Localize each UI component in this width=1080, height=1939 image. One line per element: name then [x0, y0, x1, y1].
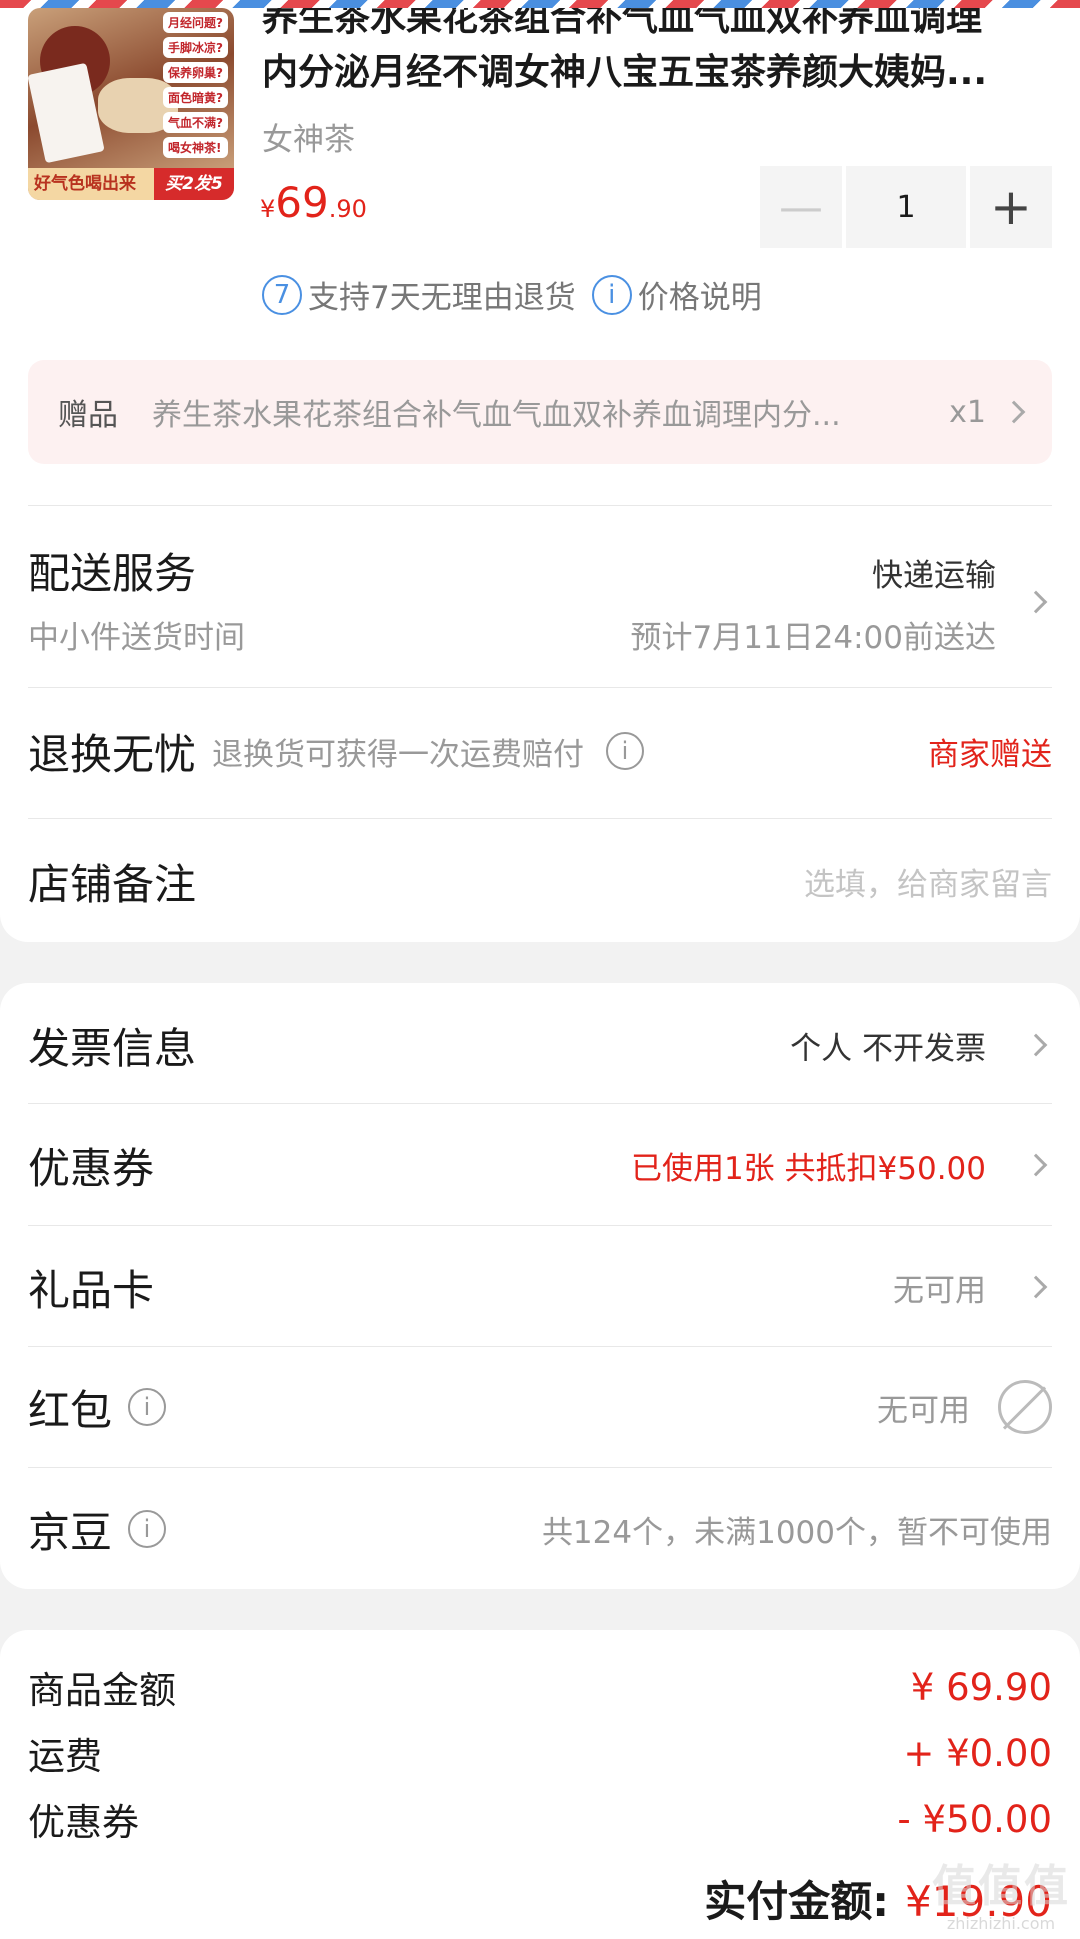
store-remark-label: 店铺备注: [28, 859, 197, 909]
goods-amount-label: 商品金额: [28, 1669, 176, 1712]
thumbnail-tags: 月经问题? 手脚冰凉? 保养卵巢? 面色暗黄? 气血不满? 喝女神茶!: [163, 12, 228, 158]
return-policy-text: 支持7天无理由退货: [308, 280, 576, 316]
jd-bean-label: 京豆: [28, 1507, 113, 1557]
coupon-row[interactable]: 优惠券 已使用1张 共抵扣¥50.00: [28, 1135, 1052, 1195]
goods-amount-row: 商品金额 ¥ 69.90: [28, 1660, 1052, 1714]
delivery-label: 配送服务: [28, 549, 197, 598]
coupon-label: 优惠券: [28, 1143, 155, 1193]
thumbnail-banner: 好气色喝出来 买2发5: [28, 168, 234, 200]
chevron-right-icon: [1024, 1275, 1048, 1299]
goods-amount-value: ¥ 69.90: [910, 1665, 1052, 1709]
divider: [28, 1225, 1052, 1226]
divider: [28, 505, 1052, 506]
quantity-stepper: — 1 +: [760, 166, 1054, 248]
jd-bean-row: 京豆 i 共124个，未满1000个，暂不可使用: [28, 1497, 1052, 1561]
product-title-line2: 内分泌月经不调女神八宝五宝茶养颜大姨妈...: [262, 52, 988, 93]
return-worry-free-value: 商家赠送: [928, 736, 1052, 773]
airmail-border: [0, 0, 1080, 8]
divider: [28, 1346, 1052, 1347]
return-worry-free-row: 退换无忧 退换货可获得一次运费赔付 i 商家赠送: [28, 718, 1052, 784]
divider: [28, 1467, 1052, 1468]
info-icon[interactable]: i: [128, 1510, 167, 1548]
delivery-eta: 预计7月11日24:00前送达: [630, 620, 996, 656]
chevron-right-icon: [1024, 1153, 1048, 1177]
decrease-quantity-button[interactable]: —: [760, 166, 842, 248]
gift-row[interactable]: 赠品 养生茶水果花茶组合补气血气血双补养血调理内分... x1: [28, 360, 1052, 464]
product-shop-name: 女神茶: [262, 122, 355, 158]
store-remark-input[interactable]: 选填，给商家留言: [804, 859, 1052, 904]
invoice-row[interactable]: 发票信息 个人 不开发票: [28, 1015, 1052, 1075]
red-packet-label: 红包: [28, 1385, 113, 1435]
jd-bean-value: 共124个，未满1000个，暂不可使用: [541, 1514, 1052, 1551]
gift-label: 赠品: [58, 398, 118, 433]
thumbnail-tag: 手脚冰凉?: [163, 37, 228, 58]
coupon-discount-value: - ¥50.00: [897, 1797, 1052, 1841]
price-currency: ¥: [260, 195, 276, 223]
price-integer: 69: [275, 178, 329, 227]
thumbnail-tag: 喝女神茶!: [163, 137, 228, 158]
quantity-input[interactable]: 1: [846, 166, 966, 248]
return-worry-free-label: 退换无忧: [28, 729, 197, 779]
thumbnail-banner-right: 买2发5: [154, 168, 234, 200]
payment-options-card: 发票信息 个人 不开发票 优惠券 已使用1张 共抵扣¥50.00 礼品卡 无可用…: [0, 983, 1080, 1589]
coupon-discount-row: 优惠券 - ¥50.00: [28, 1792, 1052, 1846]
price-note-link[interactable]: 价格说明: [638, 272, 762, 317]
info-icon[interactable]: i: [591, 274, 632, 315]
chevron-right-icon: [1024, 590, 1048, 614]
thumbnail-banner-left: 好气色喝出来: [28, 168, 154, 200]
coupon-discount-label: 优惠券: [28, 1801, 139, 1844]
gift-card-label: 礼品卡: [28, 1265, 155, 1315]
divider: [28, 1103, 1052, 1104]
thumbnail-tag: 面色暗黄?: [163, 87, 228, 108]
invoice-value: 个人 不开发票: [790, 1030, 986, 1067]
increase-quantity-button[interactable]: +: [970, 166, 1052, 248]
info-icon[interactable]: i: [128, 1388, 167, 1426]
gift-card-row[interactable]: 礼品卡 无可用: [28, 1257, 1052, 1317]
invoice-label: 发票信息: [28, 1023, 197, 1073]
delivery-sub: 中小件送货时间: [28, 620, 245, 656]
coupon-value: 已使用1张 共抵扣¥50.00: [630, 1150, 986, 1187]
delivery-service-row[interactable]: 配送服务 中小件送货时间 快递运输 预计7月11日24:00前送达: [28, 540, 1052, 660]
chevron-right-icon: [1002, 400, 1026, 424]
product-services: 7 支持7天无理由退货 i 价格说明: [262, 272, 762, 317]
thumbnail-tag: 保养卵巢?: [163, 62, 228, 83]
watermark-text: 值值值: [932, 1861, 1070, 1912]
delivery-method: 快递运输: [872, 558, 996, 594]
shipping-fee-row: 运费 + ¥0.00: [28, 1726, 1052, 1780]
total-payable-label: 实付金额:: [704, 1877, 890, 1926]
shipping-fee-value: + ¥0.00: [903, 1731, 1052, 1775]
divider: [28, 818, 1052, 819]
disabled-icon: [998, 1380, 1052, 1434]
product-thumbnail[interactable]: 月经问题? 手脚冰凉? 保养卵巢? 面色暗黄? 气血不满? 喝女神茶! 好气色喝…: [28, 8, 234, 200]
red-packet-value: 无可用: [877, 1392, 970, 1429]
gift-count: x1: [949, 394, 986, 430]
price-decimal: .90: [328, 195, 367, 223]
order-item-card: 月经问题? 手脚冰凉? 保养卵巢? 面色暗黄? 气血不满? 喝女神茶! 好气色喝…: [0, 0, 1080, 942]
info-icon[interactable]: i: [606, 732, 645, 770]
seven-day-return-icon: 7: [262, 274, 302, 315]
return-worry-free-desc: 退换货可获得一次运费赔付: [212, 736, 585, 773]
product-title[interactable]: 养生茶水果花茶组合补气血气血双补养血调理 内分泌月经不调女神八宝五宝茶养颜大姨妈…: [262, 0, 1042, 100]
watermark-logo: 值值值 zhizhizhi.com: [932, 1850, 1070, 1933]
gift-name: 养生茶水果花茶组合补气血气血双补养血调理内分...: [152, 398, 841, 433]
product-price: ¥69.90: [260, 178, 367, 227]
chevron-right-icon: [1024, 1033, 1048, 1057]
divider: [28, 687, 1052, 688]
watermark-url: zhizhizhi.com: [946, 1914, 1056, 1933]
thumbnail-tag: 气血不满?: [163, 112, 228, 133]
thumbnail-tag: 月经问题?: [163, 12, 228, 33]
shipping-fee-label: 运费: [28, 1735, 102, 1778]
store-remark-row[interactable]: 店铺备注 选填，给商家留言: [28, 848, 1052, 914]
gift-card-value: 无可用: [893, 1272, 986, 1309]
red-packet-row: 红包 i 无可用: [28, 1375, 1052, 1439]
